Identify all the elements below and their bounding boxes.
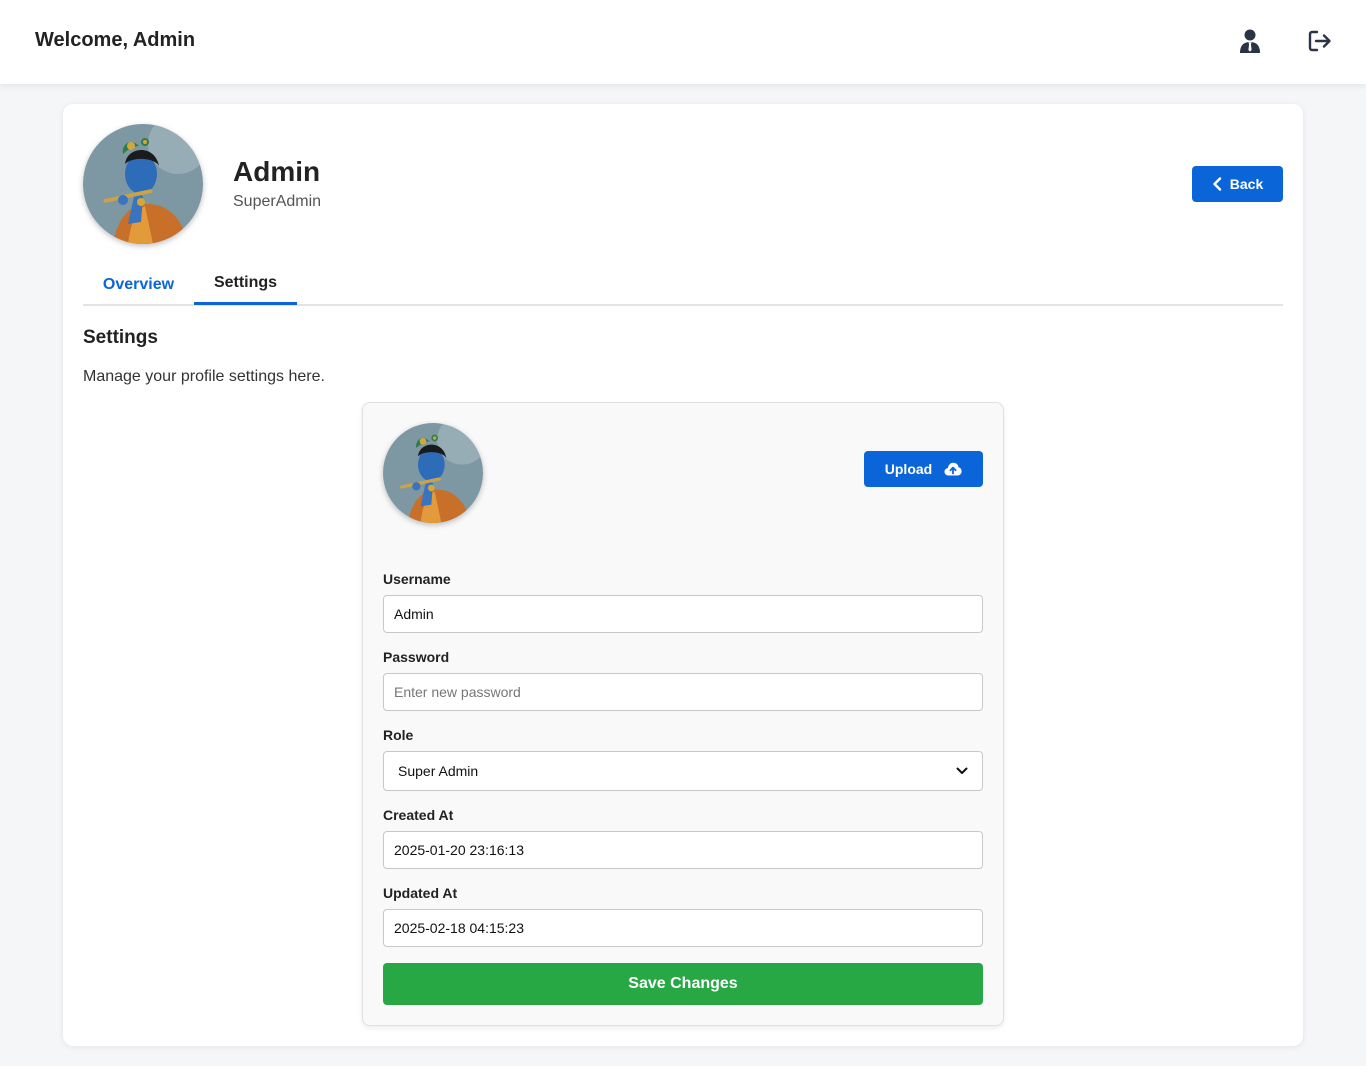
back-button[interactable]: Back	[1192, 166, 1283, 202]
upload-button[interactable]: Upload	[864, 451, 983, 487]
section-title: Settings	[83, 327, 158, 348]
back-button-label: Back	[1229, 176, 1264, 192]
tab-settings[interactable]: Settings	[194, 264, 297, 305]
profile-name: Admin	[233, 156, 321, 187]
updated-at-input[interactable]	[383, 909, 983, 947]
updated-at-label: Updated At	[383, 885, 458, 901]
save-changes-button[interactable]: Save Changes	[383, 963, 983, 1005]
settings-form: Upload Username Password Role Super Admi…	[362, 402, 1004, 1026]
role-select[interactable]: Super Admin	[383, 751, 983, 791]
password-input[interactable]	[383, 673, 983, 711]
tab-overview[interactable]: Overview	[83, 264, 194, 306]
profile-avatar	[83, 124, 203, 244]
chevron-down-icon	[956, 767, 968, 774]
user-icon[interactable]	[1237, 28, 1263, 54]
logout-icon[interactable]	[1307, 28, 1333, 54]
role-select-value: Super Admin	[398, 763, 479, 779]
username-label: Username	[383, 571, 451, 587]
welcome-text: Welcome, Admin	[35, 29, 196, 51]
profile-card: Admin SuperAdmin Back Overview Settings …	[63, 104, 1303, 1046]
created-at-input[interactable]	[383, 831, 983, 869]
cloud-upload-icon	[944, 462, 962, 476]
settings-avatar	[383, 423, 483, 523]
chevron-left-icon	[1213, 177, 1221, 191]
password-label: Password	[383, 649, 450, 665]
profile-role: SuperAdmin	[233, 193, 322, 210]
created-at-label: Created At	[383, 807, 454, 823]
upload-button-label: Upload	[884, 461, 933, 477]
username-input[interactable]	[383, 595, 983, 633]
profile-tabs: Overview Settings	[83, 264, 1283, 306]
top-navbar: Welcome, Admin	[0, 0, 1366, 84]
role-label: Role	[383, 727, 414, 743]
section-description: Manage your profile settings here.	[83, 368, 325, 385]
